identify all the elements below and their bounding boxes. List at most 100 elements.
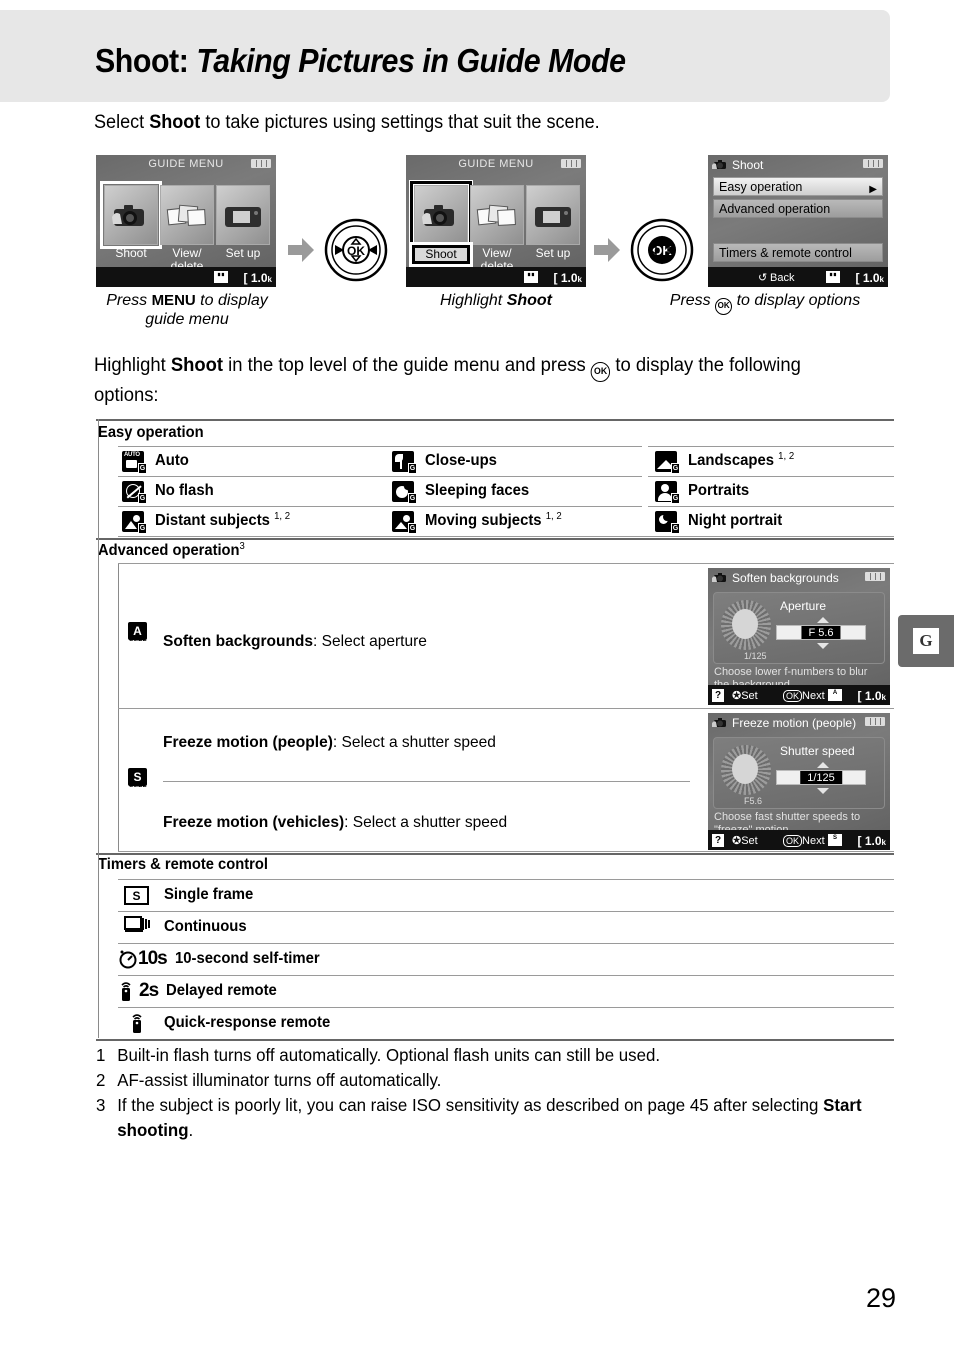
- lcd-screen-guide-menu-1: GUIDE MENU Shoot View/delete Set up ∎∎ […: [96, 155, 276, 287]
- photos-illustration-icon: [166, 204, 206, 227]
- camera-back-illustration-icon: [535, 207, 571, 228]
- next-label: OK Next: [783, 835, 825, 847]
- ok-button-icon: OK: [590, 362, 611, 382]
- side-tab-guide: G: [898, 615, 954, 667]
- advanced-option-soften-backgrounds[interactable]: Soften backgrounds: Select aperture: [163, 633, 427, 651]
- row-rule: [118, 563, 894, 564]
- no-flash-scene-icon: G: [122, 480, 148, 504]
- next-label: OK Next: [783, 690, 825, 702]
- photos-illustration-icon: [476, 204, 516, 227]
- camera-back-illustration-icon: [225, 207, 261, 228]
- camera-illustration-icon: [422, 205, 454, 227]
- help-icon[interactable]: ?: [712, 689, 724, 702]
- timer-option-single-frame[interactable]: S Single frame: [124, 879, 257, 911]
- lcd-bottom-bar: ↺ Back ∎∎ [ 1.0k: [708, 267, 888, 287]
- shutter-dial-icon: [721, 745, 771, 795]
- table-top-rule: [96, 419, 894, 421]
- footnote-3: 3 If the subject is poorly lit, you can …: [96, 1095, 862, 1140]
- easy-option-close-ups[interactable]: G Close-ups: [392, 446, 500, 476]
- back-button-icon: ↺: [758, 272, 768, 284]
- body-paragraph: Highlight Shoot in the top level of the …: [94, 355, 801, 406]
- menu-row-easy-operation[interactable]: Easy operation ▶: [713, 177, 883, 196]
- easy-option-portraits[interactable]: G Portraits: [655, 476, 752, 506]
- page-number: 29: [865, 1283, 896, 1313]
- tile-label-set-up: Set up: [535, 246, 571, 260]
- easy-option-label: Moving subjects 1, 2: [425, 511, 562, 530]
- easy-option-label: Landscapes 1, 2: [688, 451, 795, 470]
- lcd-screen-guide-menu-2: GUIDE MENU Shoot View/delete Set up ∎∎ […: [406, 155, 586, 287]
- increase-arrow-icon[interactable]: [817, 617, 829, 623]
- shoot-mode-icon: [712, 160, 726, 169]
- timer-option-10s-self-timer[interactable]: 10s 10-second self-timer: [118, 943, 325, 975]
- menu-row-advanced-operation[interactable]: Advanced operation: [713, 199, 883, 218]
- multi-selector-dpad-1[interactable]: OK: [324, 218, 388, 282]
- distant-subjects-scene-icon: G: [122, 510, 148, 534]
- tile-shoot-highlighted[interactable]: [410, 181, 472, 249]
- tile-view-delete[interactable]: [470, 185, 524, 245]
- timer-option-label: 10-second self-timer: [174, 950, 320, 967]
- tile-label-set-up: Set up: [225, 246, 261, 260]
- battery-icon: [863, 159, 883, 168]
- easy-option-moving-subjects[interactable]: G Moving subjects 1, 2: [392, 506, 567, 536]
- row-rule: [118, 851, 894, 852]
- easy-option-night-portrait[interactable]: G Night portrait: [655, 506, 786, 536]
- caption-step-1: Press MENU to display guide menu: [106, 292, 268, 328]
- shots-remaining: [ 1.0k: [857, 689, 886, 703]
- timer-option-delayed-remote[interactable]: 2s Delayed remote: [118, 975, 282, 1007]
- single-frame-icon: S: [124, 885, 150, 905]
- setting-panel: 1/125 Aperture F 5.6: [713, 592, 885, 664]
- increase-arrow-icon[interactable]: [817, 762, 829, 768]
- back-label: Back: [770, 272, 795, 284]
- section-heading-timers-remote: Timers & remote control: [98, 856, 268, 873]
- timers-bottom-rule: [96, 1039, 894, 1041]
- easy-option-auto[interactable]: AUTO G Auto: [122, 446, 190, 476]
- set-label: ✪Set: [732, 690, 758, 702]
- auto-scene-icon: AUTO G: [122, 450, 147, 474]
- shots-remaining: [ 1.0k: [855, 271, 884, 285]
- self-timer-icon: 10s: [118, 948, 168, 970]
- decrease-arrow-icon[interactable]: [817, 643, 829, 649]
- set-label: ✪Set: [732, 835, 758, 847]
- tile-view-delete[interactable]: [160, 185, 214, 245]
- easy-option-landscapes[interactable]: G Landscapes 1, 2: [655, 446, 799, 476]
- help-icon[interactable]: ?: [712, 834, 724, 847]
- table-left-border: [98, 419, 99, 544]
- lcd-title: Freeze motion (people): [732, 716, 857, 730]
- aperture-value-field[interactable]: F 5.6: [776, 625, 866, 640]
- image-quality-icon: ∎∎: [524, 271, 538, 283]
- side-tab-letter: G: [913, 628, 939, 654]
- easy-option-no-flash[interactable]: G No flash: [122, 476, 216, 506]
- menu-row-timers-remote[interactable]: Timers & remote control: [713, 243, 883, 262]
- battery-icon: [251, 159, 271, 168]
- easy-option-sleeping-faces[interactable]: G Sleeping faces: [392, 476, 534, 506]
- tile-set-up[interactable]: [526, 185, 580, 245]
- multi-selector-dpad-2[interactable]: OK: [630, 218, 694, 282]
- lcd-screen-shoot-menu: Shoot Easy operation ▶ Advanced operatio…: [708, 155, 888, 287]
- soften-backgrounds-mode-icon: A GUIDE: [128, 622, 147, 643]
- shutter-speed-value: 1/125: [800, 771, 842, 784]
- shots-remaining: [ 1.0k: [553, 271, 582, 285]
- timer-option-continuous[interactable]: Continuous: [124, 911, 250, 943]
- footnote-2: 2 AF-assist illuminator turns off automat…: [96, 1070, 442, 1090]
- advanced-option-freeze-motion-vehicles[interactable]: Freeze motion (vehicles): Select a shutt…: [163, 814, 507, 832]
- easy-option-distant-subjects[interactable]: G Distant subjects 1, 2: [122, 506, 296, 536]
- decrease-arrow-icon[interactable]: [817, 788, 829, 794]
- lcd-bottom-bar: ∎∎ [ 1.0k: [96, 267, 276, 287]
- lcd-screen-freeze-motion: Freeze motion (people) F5.6 Shutter spee…: [708, 713, 890, 850]
- lcd-title: Shoot: [732, 158, 764, 172]
- battery-icon: [561, 159, 581, 168]
- row-rule: [118, 536, 894, 537]
- row-rule: [118, 708, 894, 709]
- footnote-1: 1 Built-in flash turns off automatically.…: [96, 1045, 661, 1065]
- aperture-value: F 5.6: [801, 626, 841, 639]
- tile-set-up[interactable]: [216, 185, 270, 245]
- landscapes-scene-icon: G: [655, 450, 681, 474]
- tile-shoot[interactable]: [100, 181, 162, 249]
- timer-option-quick-response-remote[interactable]: Quick-response remote: [124, 1007, 337, 1039]
- shoot-mode-icon: [712, 718, 726, 727]
- intro-sentence: Select Shoot to take pictures using sett…: [94, 112, 600, 133]
- portraits-scene-icon: G: [655, 480, 681, 504]
- shutter-speed-value-field[interactable]: 1/125: [776, 770, 866, 785]
- lcd-title: Soften backgrounds: [732, 571, 839, 585]
- advanced-option-freeze-motion-people[interactable]: Freeze motion (people): Select a shutter…: [163, 734, 496, 752]
